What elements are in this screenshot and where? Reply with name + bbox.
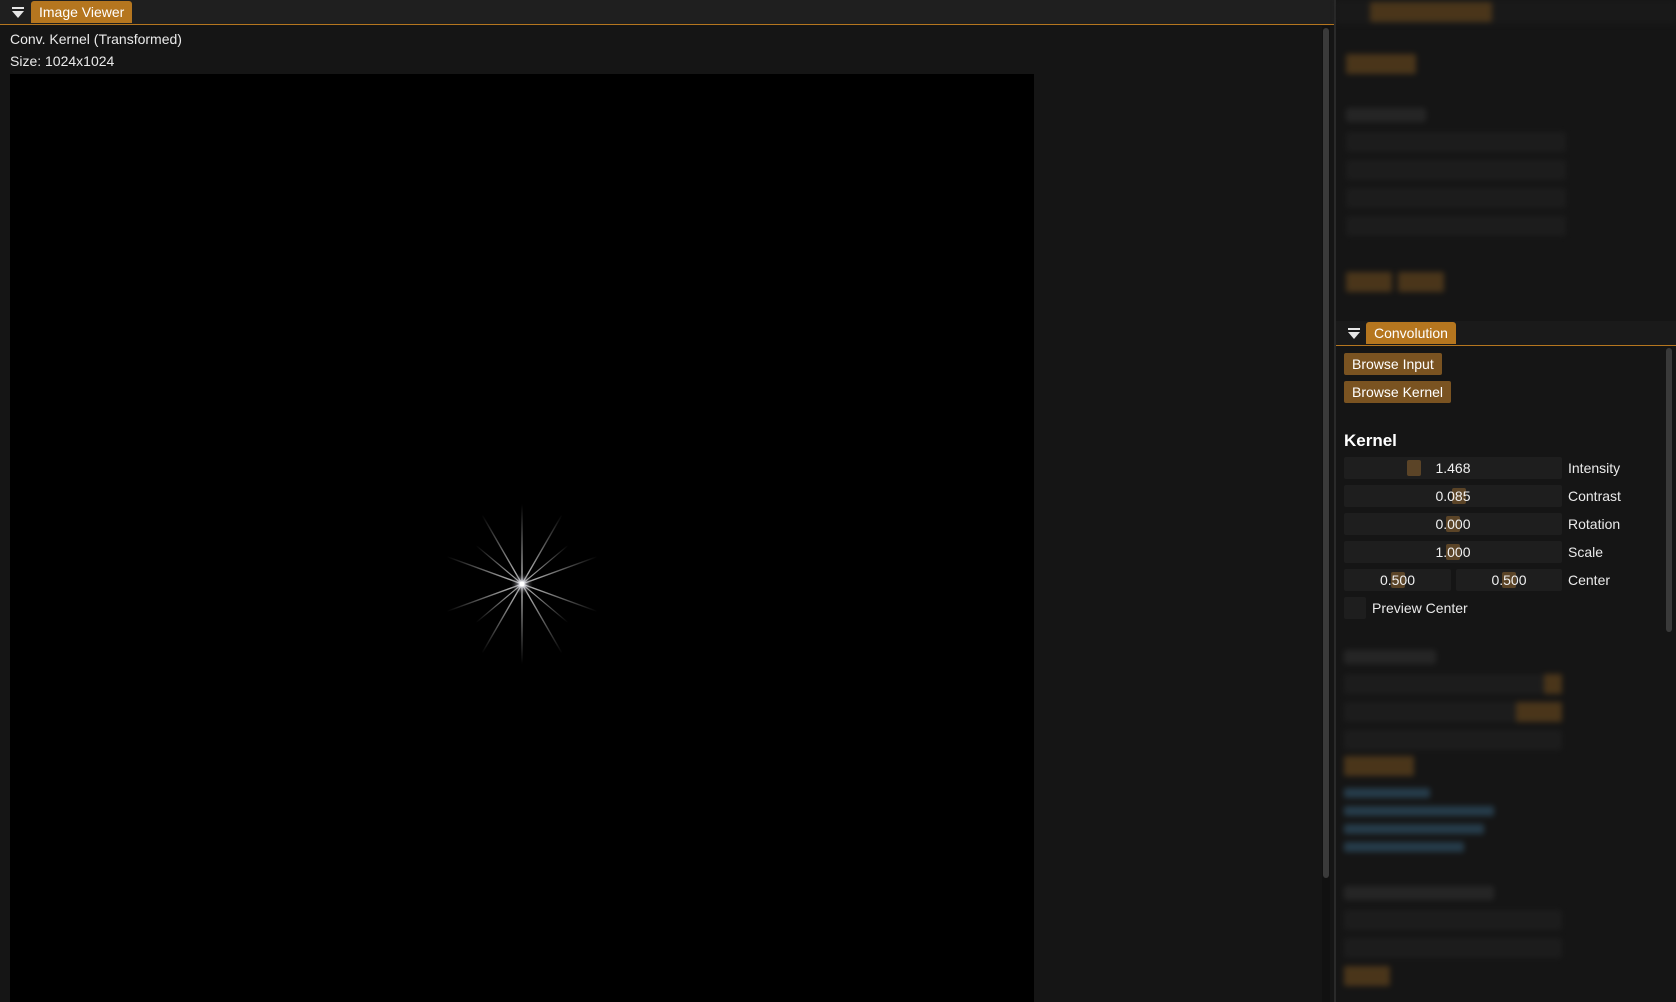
- browse-input-button[interactable]: Browse Input: [1344, 353, 1442, 375]
- browse-kernel-button[interactable]: Browse Kernel: [1344, 381, 1452, 403]
- image-name-label: Conv. Kernel (Transformed): [10, 31, 182, 47]
- scale-label: Scale: [1568, 544, 1604, 560]
- center-label: Center: [1568, 572, 1611, 588]
- contrast-value: 0.085: [1435, 488, 1471, 504]
- collapse-triangle-icon[interactable]: [10, 4, 26, 20]
- convolution-tabbar: Convolution: [1336, 321, 1676, 346]
- rotation-label: Rotation: [1568, 516, 1621, 532]
- center-y-value: 0.500: [1491, 572, 1527, 588]
- image-canvas[interactable]: [10, 74, 1034, 1002]
- scale-value: 1.000: [1435, 544, 1471, 560]
- viewer-scrollbar-thumb[interactable]: [1323, 28, 1329, 878]
- preview-center-label: Preview Center: [1372, 600, 1468, 616]
- viewer-scrollbar[interactable]: [1322, 26, 1330, 1002]
- right-tool-panel: Convolution Browse Input Browse Kernel K…: [1336, 0, 1676, 1002]
- image-viewer-tabbar: Image Viewer: [0, 0, 1334, 25]
- contrast-label: Contrast: [1568, 488, 1621, 504]
- tab-convolution[interactable]: Convolution: [1366, 322, 1456, 344]
- center-x-value: 0.500: [1379, 572, 1416, 588]
- rotation-slider[interactable]: 0.000: [1344, 513, 1562, 535]
- intensity-value: 1.468: [1435, 460, 1471, 476]
- scale-slider[interactable]: 1.000: [1344, 541, 1562, 563]
- convolution-scrollbar[interactable]: [1665, 346, 1673, 1002]
- intensity-slider[interactable]: 1.468: [1344, 457, 1562, 479]
- convolution-scrollbar-thumb[interactable]: [1666, 348, 1672, 632]
- image-size-label: Size: 1024x1024: [10, 53, 115, 69]
- contrast-slider[interactable]: 0.085: [1344, 485, 1562, 507]
- rotation-value: 0.000: [1435, 516, 1471, 532]
- tab-image-viewer[interactable]: Image Viewer: [31, 1, 133, 23]
- image-viewer-panel: Image Viewer Conv. Kernel (Transformed) …: [0, 0, 1334, 1002]
- preview-center-checkbox[interactable]: [1344, 597, 1366, 619]
- intensity-label: Intensity: [1568, 460, 1621, 476]
- center-x-slider[interactable]: 0.500: [1344, 569, 1451, 591]
- kernel-star-image: [446, 504, 598, 664]
- center-y-slider[interactable]: 0.500: [1456, 569, 1562, 591]
- kernel-section-title: Kernel: [1344, 431, 1397, 450]
- collapse-triangle-icon[interactable]: [1346, 325, 1362, 341]
